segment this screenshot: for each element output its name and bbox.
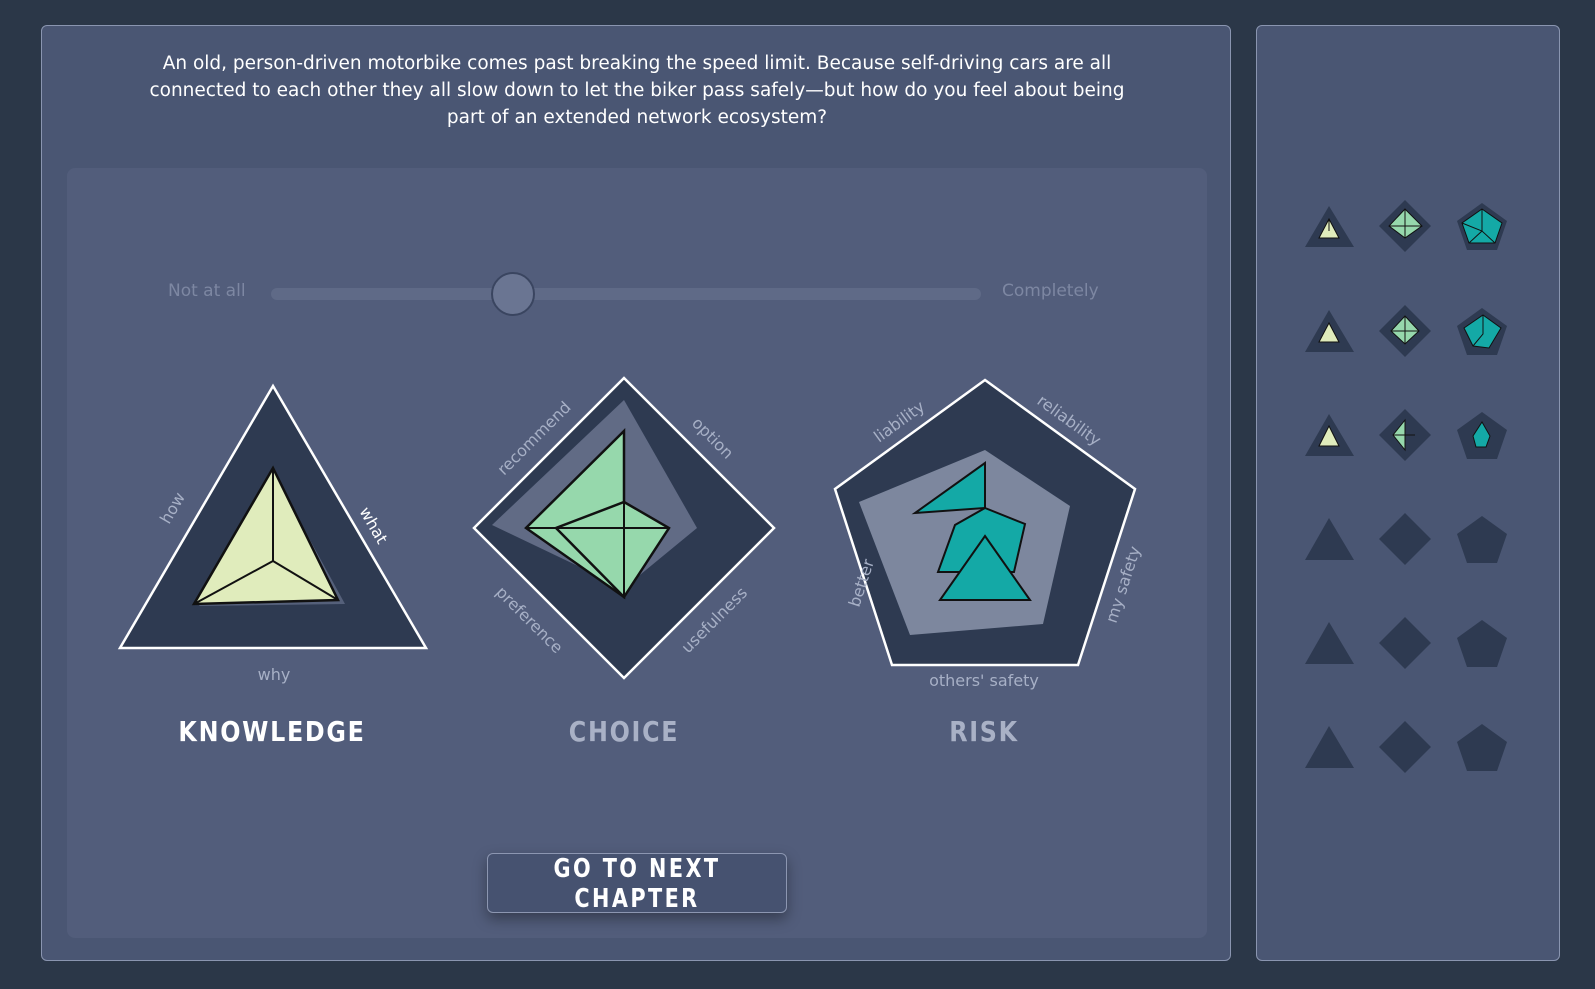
history-choice-shape[interactable] — [1379, 305, 1431, 357]
history-knowledge-shape[interactable] — [1305, 518, 1354, 560]
risk-chart[interactable]: reliability my safety others' safety bet… — [833, 378, 1144, 690]
history-knowledge-shape[interactable] — [1305, 622, 1354, 664]
choice-chart[interactable]: option usefulness preference recommend — [472, 376, 776, 680]
next-chapter-button[interactable]: GO TO NEXT CHAPTER — [487, 853, 787, 914]
knowledge-title: KNOWLEDGE — [178, 715, 366, 748]
history-grid — [1305, 200, 1507, 773]
history-risk-shape[interactable] — [1457, 516, 1507, 563]
history-panel — [1256, 25, 1560, 961]
main-panel: An old, person-driven motorbike comes pa… — [41, 25, 1231, 961]
history-choice-shape[interactable] — [1379, 721, 1431, 773]
history-choice-shape[interactable] — [1379, 513, 1431, 565]
knowledge-chart[interactable]: what why how — [117, 383, 429, 684]
history-choice-shape[interactable] — [1379, 200, 1431, 252]
choice-title: CHOICE — [568, 715, 680, 748]
history-choice-shape[interactable] — [1379, 409, 1431, 461]
history-risk-shape[interactable] — [1457, 620, 1507, 667]
history-knowledge-shape[interactable] — [1305, 310, 1354, 352]
knowledge-axis-label-how: how — [156, 489, 189, 527]
history-row — [1305, 409, 1507, 461]
history-row — [1305, 513, 1507, 565]
history-choice-shape[interactable] — [1379, 617, 1431, 669]
history-row — [1305, 200, 1507, 252]
history-row — [1305, 721, 1507, 773]
risk-title: RISK — [949, 715, 1019, 748]
history-knowledge-shape[interactable] — [1305, 726, 1354, 768]
history-row — [1305, 305, 1507, 357]
history-knowledge-shape[interactable] — [1305, 414, 1354, 456]
answer-area: Not at all Completely what why how optio… — [67, 168, 1207, 938]
history-knowledge-shape[interactable] — [1305, 206, 1354, 247]
next-chapter-button-label: GO TO NEXT CHAPTER — [553, 854, 721, 914]
knowledge-axis-label-why: why — [258, 665, 291, 684]
history-risk-shape[interactable] — [1457, 203, 1507, 250]
question-text: An old, person-driven motorbike comes pa… — [149, 53, 1125, 128]
history-row — [1305, 617, 1507, 669]
radar-charts: what why how option usefulness preferenc… — [117, 376, 1144, 690]
history-risk-shape[interactable] — [1457, 412, 1507, 459]
risk-axis-label-others-safety: others' safety — [929, 671, 1039, 690]
history-risk-shape[interactable] — [1457, 308, 1507, 355]
history-risk-shape[interactable] — [1457, 724, 1507, 771]
